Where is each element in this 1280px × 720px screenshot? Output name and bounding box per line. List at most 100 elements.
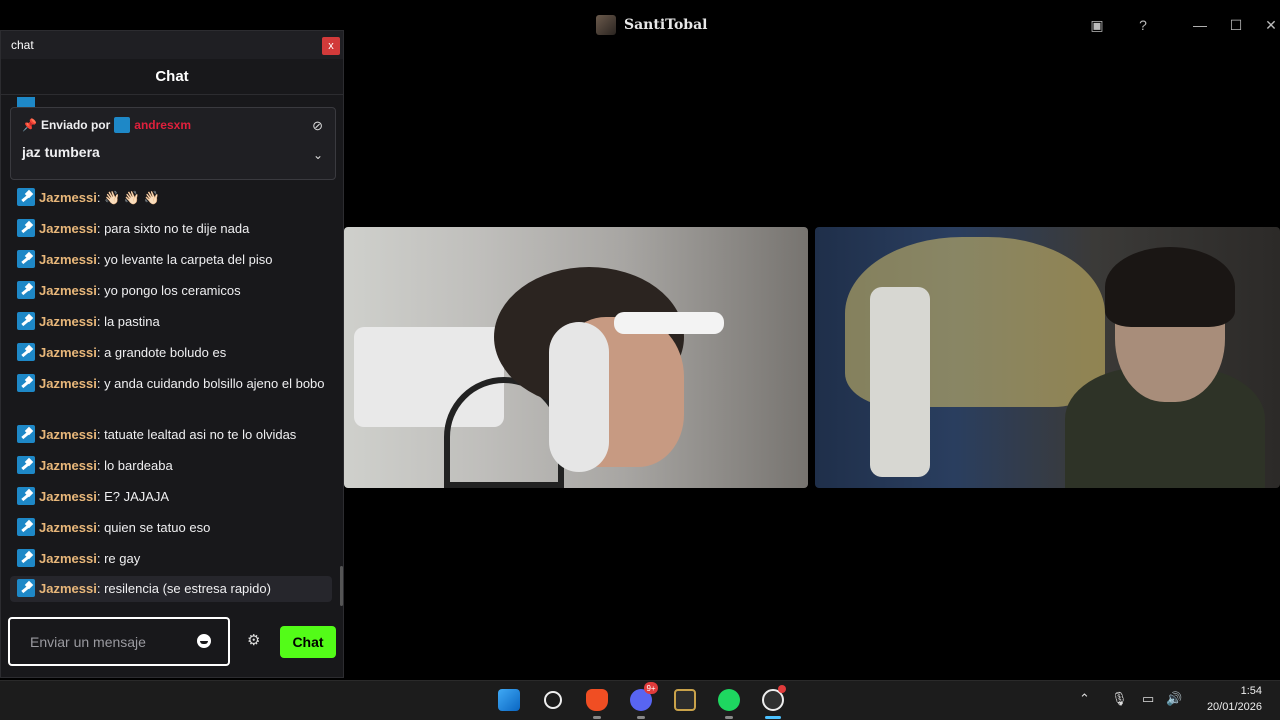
clock-date: 20/01/2026 bbox=[1206, 701, 1262, 713]
help-icon[interactable]: ? bbox=[1132, 14, 1154, 36]
spotify-taskbar-button[interactable] bbox=[714, 685, 744, 719]
chat-window-label: chat bbox=[11, 38, 34, 52]
chat-popup-window: chat x Chat 📌 Enviado por andresxm ⊘ jaz… bbox=[0, 30, 344, 678]
taskbar: 9+ ⌃ 🎙 ▭ 🔊 1:54 20/01/2026 bbox=[0, 680, 1280, 720]
chat-text: E? JAJAJA bbox=[104, 489, 170, 504]
chat-header: Chat bbox=[1, 59, 343, 95]
video-tile-1[interactable] bbox=[344, 227, 808, 488]
app-title: SantiTobal bbox=[596, 14, 707, 36]
volume-icon[interactable]: 🔊 bbox=[1166, 691, 1182, 707]
obs-taskbar-button[interactable] bbox=[758, 685, 788, 719]
chat-username[interactable]: Jazmessi bbox=[39, 489, 97, 504]
chat-text: lo bardeaba bbox=[104, 458, 173, 473]
running-indicator bbox=[637, 716, 645, 719]
chat-close-button[interactable]: x bbox=[322, 37, 340, 55]
chat-text: yo pongo los ceramicos bbox=[104, 283, 241, 298]
league-taskbar-button[interactable] bbox=[670, 685, 700, 715]
chat-message: Jazmessi: tatuate lealtad asi no te lo o… bbox=[17, 424, 331, 445]
chat-username[interactable]: Jazmessi bbox=[39, 314, 97, 329]
windows-icon bbox=[498, 689, 520, 711]
chat-text: yo levante la carpeta del piso bbox=[104, 252, 273, 267]
running-indicator bbox=[725, 716, 733, 719]
chat-message: Jazmessi: 👋🏻 👋🏻 👋🏻 bbox=[17, 187, 331, 208]
moderator-badge-icon bbox=[17, 549, 35, 567]
emoji-icon[interactable] bbox=[197, 634, 211, 648]
chat-text: resilencia (se estresa rapido) bbox=[104, 581, 271, 596]
close-window-icon[interactable]: ✕ bbox=[1260, 14, 1280, 36]
chat-username[interactable]: Jazmessi bbox=[39, 376, 97, 391]
moderator-badge-icon bbox=[17, 425, 35, 443]
moderator-badge-icon bbox=[17, 250, 35, 268]
chat-text: para sixto no te dije nada bbox=[104, 221, 250, 236]
search-button[interactable] bbox=[538, 685, 568, 715]
headset-shape bbox=[549, 322, 609, 472]
person-hair bbox=[1105, 247, 1235, 327]
chat-text: tatuate lealtad asi no te lo olvidas bbox=[104, 427, 297, 442]
active-indicator bbox=[765, 716, 781, 719]
app-title-text: SantiTobal bbox=[624, 17, 708, 33]
chat-username[interactable]: Jazmessi bbox=[39, 221, 97, 236]
chat-message: Jazmessi: yo levante la carpeta del piso bbox=[17, 249, 331, 270]
search-icon bbox=[544, 691, 562, 709]
chat-scrollbar[interactable] bbox=[340, 566, 343, 606]
chat-text: la pastina bbox=[104, 314, 160, 329]
chat-text: a grandote boludo es bbox=[104, 345, 227, 360]
moderator-badge-icon bbox=[17, 456, 35, 474]
chat-username[interactable]: Jazmessi bbox=[39, 520, 97, 535]
chat-username[interactable]: Jazmessi bbox=[39, 190, 97, 205]
moderator-badge-icon bbox=[17, 219, 35, 237]
running-indicator bbox=[593, 716, 601, 719]
start-button[interactable] bbox=[494, 685, 524, 715]
league-of-legends-icon bbox=[674, 689, 696, 711]
clock-time: 1:54 bbox=[1240, 685, 1262, 697]
brave-icon bbox=[586, 689, 608, 711]
glasses-shape bbox=[614, 312, 724, 334]
moderator-badge-icon bbox=[17, 579, 35, 597]
chat-text: re gay bbox=[104, 551, 141, 566]
inbox-icon[interactable]: ▣ bbox=[1086, 14, 1108, 36]
spotify-icon bbox=[718, 689, 740, 711]
chat-username[interactable]: Jazmessi bbox=[39, 551, 97, 566]
app-avatar-icon bbox=[596, 15, 616, 35]
chat-message-hovered: Jazmessi: resilencia (se estresa rapido) bbox=[10, 576, 332, 602]
chat-username[interactable]: Jazmessi bbox=[39, 458, 97, 473]
gear-icon[interactable]: ⚙ bbox=[247, 631, 260, 649]
chat-message: Jazmessi: quien se tatuo eso bbox=[17, 517, 331, 538]
notification-badge: 9+ bbox=[644, 682, 658, 694]
microphone-icon[interactable]: 🎙 bbox=[1111, 691, 1128, 707]
discord-taskbar-button[interactable]: 9+ bbox=[626, 682, 658, 719]
chat-username[interactable]: Jazmessi bbox=[39, 283, 97, 298]
chat-username[interactable]: Jazmessi bbox=[39, 581, 97, 596]
chat-message: Jazmessi: re gay bbox=[17, 548, 331, 569]
chat-messages[interactable]: Jazmessi: 👋🏻 👋🏻 👋🏻 Jazmessi: para sixto … bbox=[1, 97, 343, 609]
clock[interactable]: 1:54 20/01/2026 bbox=[1207, 683, 1262, 715]
chat-text: quien se tatuo eso bbox=[104, 520, 211, 535]
brave-taskbar-button[interactable] bbox=[582, 685, 612, 719]
chat-username[interactable]: Jazmessi bbox=[39, 427, 97, 442]
chat-input[interactable]: Enviar un mensaje bbox=[8, 617, 230, 666]
chat-username[interactable]: Jazmessi bbox=[39, 345, 97, 360]
chat-username[interactable]: Jazmessi bbox=[39, 252, 97, 267]
moderator-badge-icon bbox=[17, 312, 35, 330]
chat-message: Jazmessi: para sixto no te dije nada bbox=[17, 218, 331, 239]
moderator-badge-icon bbox=[17, 188, 35, 206]
maximize-icon[interactable]: ☐ bbox=[1225, 14, 1247, 36]
chat-message: Jazmessi: lo bardeaba bbox=[17, 455, 331, 476]
chat-message: Jazmessi: yo pongo los ceramicos bbox=[17, 280, 331, 301]
chat-message: Jazmessi: la pastina bbox=[17, 311, 331, 332]
network-icon[interactable]: ▭ bbox=[1142, 691, 1154, 707]
moderator-badge-icon bbox=[17, 281, 35, 299]
chat-text: y anda cuidando bolsillo ajeno el bobo bbox=[104, 376, 325, 391]
moderator-badge-icon bbox=[17, 374, 35, 392]
moderator-badge-icon bbox=[17, 343, 35, 361]
minimize-icon[interactable]: — bbox=[1189, 14, 1211, 36]
moderator-badge-icon bbox=[17, 487, 35, 505]
send-chat-button[interactable]: Chat bbox=[280, 626, 336, 658]
chat-window-bar: chat x bbox=[1, 31, 343, 59]
chat-message: Jazmessi: E? JAJAJA bbox=[17, 486, 331, 507]
chat-input-placeholder: Enviar un mensaje bbox=[30, 633, 146, 650]
chevron-up-icon[interactable]: ⌃ bbox=[1079, 691, 1090, 707]
chat-message: Jazmessi: y anda cuidando bolsillo ajeno… bbox=[17, 373, 331, 394]
bottle-shape bbox=[870, 287, 930, 477]
video-tile-2[interactable] bbox=[815, 227, 1280, 488]
